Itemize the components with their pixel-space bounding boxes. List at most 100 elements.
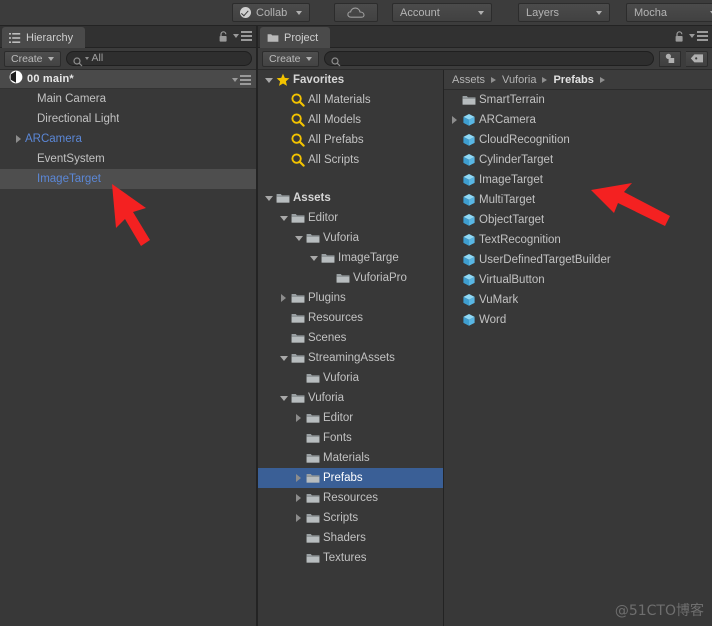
project-tree-item-vuforia[interactable]: Vuforia <box>258 228 443 248</box>
hierarchy-item-directional-light[interactable]: Directional Light <box>0 109 256 129</box>
project-tree-item-label: Prefabs <box>323 472 363 484</box>
foldout-placeholder <box>277 308 290 328</box>
project-body: Favorites All Materials All Models All Pref… <box>258 70 712 626</box>
project-tree-item-editor[interactable]: Editor <box>258 408 443 428</box>
foldout-icon[interactable] <box>277 388 290 408</box>
collab-button[interactable]: Collab <box>232 3 311 22</box>
foldout-icon[interactable] <box>292 228 305 248</box>
hamburger-menu-icon[interactable] <box>233 31 252 41</box>
project-tree-item-assets[interactable]: Assets <box>258 188 443 208</box>
folder-icon <box>305 371 320 386</box>
project-tree-item-shaders[interactable]: Shaders <box>258 528 443 548</box>
project-tree-item-streamingassets[interactable]: StreamingAssets <box>258 348 443 368</box>
foldout-placeholder <box>277 150 290 170</box>
breadcrumb-item[interactable]: Vuforia <box>502 74 536 86</box>
project-asset-arcamera[interactable]: ARCamera <box>444 110 712 130</box>
project-asset-smartterrain[interactable]: SmartTerrain <box>444 90 712 110</box>
project-tree-item-vuforia[interactable]: Vuforia <box>258 388 443 408</box>
hierarchy-create-button[interactable]: Create <box>4 50 61 67</box>
project-asset-textrecognition[interactable]: TextRecognition <box>444 230 712 250</box>
project-tree-item-all materials[interactable]: All Materials <box>258 90 443 110</box>
foldout-icon[interactable] <box>277 288 290 308</box>
folder-icon <box>305 511 320 526</box>
search-icon <box>330 54 341 66</box>
project-tree-item-textures[interactable]: Textures <box>258 548 443 568</box>
project-create-label: Create <box>269 52 301 65</box>
foldout-icon[interactable] <box>277 348 290 368</box>
chevron-down-icon <box>478 10 484 15</box>
project-tree-item-scripts[interactable]: Scripts <box>258 508 443 528</box>
project-tree-item-label: Scripts <box>323 512 359 524</box>
project-tree-item-imagetarge[interactable]: ImageTarge <box>258 248 443 268</box>
hierarchy-item-eventsystem[interactable]: EventSystem <box>0 149 256 169</box>
lock-icon[interactable] <box>218 30 229 42</box>
foldout-icon[interactable] <box>307 248 320 268</box>
project-asset-objecttarget[interactable]: ObjectTarget <box>444 210 712 230</box>
project-asset-cloudrecognition[interactable]: CloudRecognition <box>444 130 712 150</box>
project-asset-userdefinedtargetbuilder[interactable]: UserDefinedTargetBuilder <box>444 250 712 270</box>
project-tree-item-scenes[interactable]: Scenes <box>258 328 443 348</box>
foldout-icon[interactable] <box>292 488 305 508</box>
tab-project[interactable]: Project <box>260 27 331 48</box>
hamburger-menu-icon[interactable] <box>689 31 708 41</box>
project-tree-item-vuforia[interactable]: Vuforia <box>258 368 443 388</box>
foldout-icon[interactable] <box>277 208 290 228</box>
project-tree-item-prefabs[interactable]: Prefabs <box>258 468 443 488</box>
filter-by-type-button[interactable] <box>659 50 681 67</box>
project-tree-item-all scripts[interactable]: All Scripts <box>258 150 443 170</box>
project-asset-cylindertarget[interactable]: CylinderTarget <box>444 150 712 170</box>
search-icon <box>290 153 305 168</box>
folder-icon <box>305 491 320 506</box>
foldout-icon[interactable] <box>292 468 305 488</box>
search-icon <box>72 54 83 66</box>
breadcrumb-item[interactable]: Prefabs <box>553 74 593 86</box>
filter-by-label-button[interactable] <box>686 50 708 67</box>
tab-hierarchy[interactable]: Hierarchy <box>2 27 86 48</box>
scene-row[interactable]: 00 main* <box>0 70 256 89</box>
layout-button[interactable]: Mocha <box>626 3 712 22</box>
cloud-button[interactable] <box>334 3 378 22</box>
project-tree-item-resources[interactable]: Resources <box>258 308 443 328</box>
hierarchy-search-input[interactable]: All <box>65 51 252 66</box>
foldout-icon[interactable] <box>262 70 275 90</box>
layers-button[interactable]: Layers <box>518 3 610 22</box>
project-tree-item-fonts[interactable]: Fonts <box>258 428 443 448</box>
project-contents-pane: Assets Vuforia Prefabs SmartTerrain ARCamer… <box>444 70 712 626</box>
project-asset-vumark[interactable]: VuMark <box>444 290 712 310</box>
scene-menu-icon[interactable] <box>232 75 251 85</box>
search-filter-caret-icon <box>84 57 89 60</box>
cloud-icon <box>347 7 365 18</box>
project-asset-multitarget[interactable]: MultiTarget <box>444 190 712 210</box>
project-tabbar: Project <box>258 26 712 48</box>
project-asset-word[interactable]: Word <box>444 310 712 330</box>
hierarchy-item-main-camera[interactable]: Main Camera <box>0 89 256 109</box>
account-button[interactable]: Account <box>392 3 492 22</box>
foldout-placeholder <box>292 528 305 548</box>
project-asset-virtualbutton[interactable]: VirtualButton <box>444 270 712 290</box>
project-create-button[interactable]: Create <box>262 50 319 67</box>
foldout-icon[interactable] <box>292 408 305 428</box>
breadcrumb-item[interactable]: Assets <box>452 74 485 86</box>
foldout-icon[interactable] <box>292 508 305 528</box>
project-tree-item-all models[interactable]: All Models <box>258 110 443 130</box>
hierarchy-item-imagetarget[interactable]: ImageTarget <box>0 169 256 189</box>
foldout-icon[interactable] <box>262 188 275 208</box>
project-tree-item-plugins[interactable]: Plugins <box>258 288 443 308</box>
project-tree-item-vuforiapro[interactable]: VuforiaPro <box>258 268 443 288</box>
project-search-input[interactable] <box>323 51 654 66</box>
project-tree-item-favorites[interactable]: Favorites <box>258 70 443 90</box>
project-tree-item-materials[interactable]: Materials <box>258 448 443 468</box>
watermark: @51CTO博客 <box>614 603 704 619</box>
hierarchy-item-arcamera[interactable]: ARCamera <box>0 129 256 149</box>
project-asset-imagetarget[interactable]: ImageTarget <box>444 170 712 190</box>
chevron-down-icon <box>305 56 312 61</box>
layers-label: Layers <box>526 6 560 19</box>
foldout-icon[interactable] <box>448 110 461 130</box>
lock-icon[interactable] <box>674 30 685 42</box>
project-tree-item-resources[interactable]: Resources <box>258 488 443 508</box>
project-tree-item-editor[interactable]: Editor <box>258 208 443 228</box>
foldout-icon[interactable] <box>12 129 25 149</box>
foldout-placeholder <box>292 448 305 468</box>
project-contents-list: SmartTerrain ARCamera CloudRecognition Cyli… <box>444 90 712 330</box>
project-tree-item-all prefabs[interactable]: All Prefabs <box>258 130 443 150</box>
